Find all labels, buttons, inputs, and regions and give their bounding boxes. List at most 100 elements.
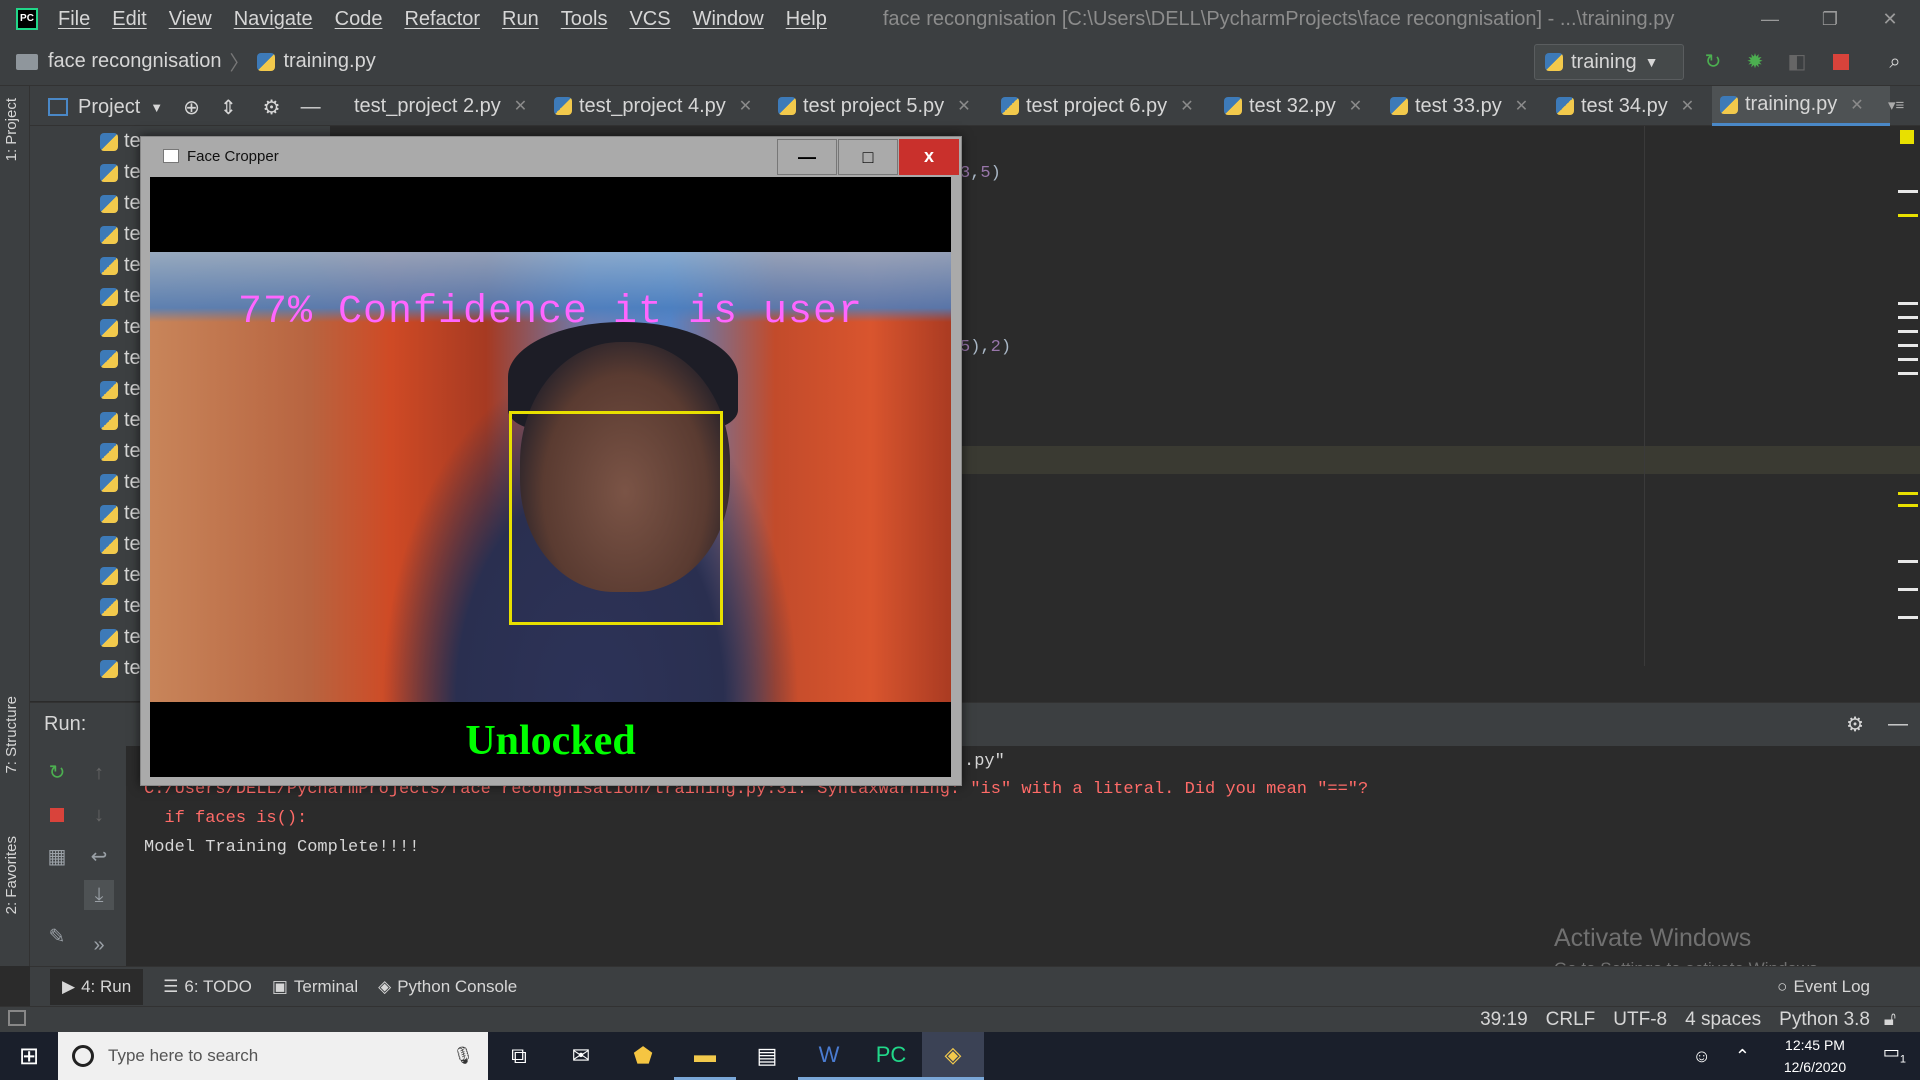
tree-item[interactable]: te [100,250,141,281]
tool-windows-toggle-icon[interactable] [8,1010,26,1026]
tab-todo[interactable]: ☰ 6: TODO [163,977,252,997]
tab-test-34[interactable]: test 34.py ✕ [1548,86,1694,126]
file-explorer-icon[interactable]: ▬ [674,1032,736,1080]
scroll-to-end-icon[interactable]: ⤓ [84,880,114,910]
word-icon[interactable]: W [798,1032,860,1080]
lock-icon[interactable]: 🔓︎ [1884,1009,1896,1031]
tree-item[interactable]: te [100,591,141,622]
restore-button[interactable]: ❐ [1800,0,1860,38]
tree-item[interactable]: te [100,219,141,250]
tree-item[interactable]: te [100,560,141,591]
scroll-marker[interactable] [1898,504,1918,507]
close-tab-icon[interactable]: ✕ [514,96,527,116]
taskbar-search-box[interactable]: Type here to search 🎙︎ [58,1032,488,1080]
menu-help[interactable]: Help [786,8,827,31]
scroll-marker[interactable] [1898,302,1918,305]
menu-run[interactable]: Run [502,8,539,31]
line-separator[interactable]: CRLF [1546,1009,1596,1031]
tab-event-log[interactable]: ○ Event Log [1777,977,1870,997]
breadcrumb-project[interactable]: face recongnisation [48,50,221,73]
tree-item[interactable]: te [100,157,141,188]
mail-icon[interactable]: ✉ [550,1032,612,1080]
remote-desktop-icon[interactable]: ▤ [736,1032,798,1080]
hide-panel-icon[interactable]: — [1888,713,1908,736]
menu-code[interactable]: Code [335,8,383,31]
tab-test-project-6[interactable]: test project 6.py ✕ [993,86,1194,126]
project-view-select[interactable]: Project [78,96,140,119]
down-arrow-icon[interactable]: ↓ [84,800,114,830]
tree-item[interactable]: te [100,374,141,405]
scroll-marker[interactable] [1898,358,1918,361]
menu-edit[interactable]: Edit [112,8,146,31]
tree-item[interactable]: te [100,529,141,560]
close-tab-icon[interactable]: ✕ [1681,96,1694,116]
run-configuration-select[interactable]: training ▼ [1534,44,1684,80]
locate-icon[interactable]: ⊕ [183,95,200,120]
tree-item[interactable]: te [100,467,141,498]
tab-terminal[interactable]: ▣ Terminal [272,977,358,997]
task-view-icon[interactable]: ⧉ [488,1032,550,1080]
scroll-marker[interactable] [1898,190,1918,193]
close-tab-icon[interactable]: ✕ [739,96,752,116]
tree-item[interactable]: te [100,281,141,312]
debug-icon[interactable]: ✹ [1742,49,1768,75]
restore-layout-icon[interactable]: ▦ [42,842,72,872]
code-editor[interactable]: 3,5) 5),2) [960,126,1920,701]
menu-tools[interactable]: Tools [561,8,608,31]
show-hidden-icons-icon[interactable]: ⌃ [1735,1046,1750,1067]
face-cropper-close-button[interactable]: x [899,139,959,175]
search-icon[interactable]: ⌕ [1882,49,1908,75]
gear-icon[interactable]: ⚙ [1846,712,1864,737]
taskbar-clock[interactable]: 12:45 PM 12/6/2020 [1770,1034,1860,1078]
inspection-status-icon[interactable] [1900,130,1914,144]
pycharm-icon[interactable]: PC [860,1032,922,1080]
tree-item[interactable]: te [100,653,141,684]
menu-vcs[interactable]: VCS [629,8,670,31]
scroll-marker[interactable] [1898,316,1918,319]
tab-test-32[interactable]: test 32.py ✕ [1216,86,1362,126]
tree-item[interactable]: te [100,343,141,374]
indent-setting[interactable]: 4 spaces [1685,1009,1761,1031]
up-arrow-icon[interactable]: ↑ [84,758,114,788]
close-tab-icon[interactable]: ✕ [1850,95,1863,115]
more-icon[interactable]: » [84,930,114,960]
microphone-icon[interactable]: 🎙︎ [452,1046,474,1066]
scroll-marker[interactable] [1898,330,1918,333]
menu-window[interactable]: Window [693,8,764,31]
close-tab-icon[interactable]: ✕ [1515,96,1528,116]
tab-run[interactable]: ▶ 4: Run [50,968,144,1005]
coverage-icon[interactable]: ◧ [1784,49,1810,75]
scroll-marker[interactable] [1898,344,1918,347]
soft-wrap-icon[interactable]: ↩ [84,842,114,872]
notification-center-icon[interactable]: ▭1 [1883,1042,1906,1066]
scroll-marker[interactable] [1898,372,1918,375]
tree-item[interactable]: te [100,622,141,653]
close-tab-icon[interactable]: ✕ [1349,96,1362,116]
tree-item[interactable]: te [100,405,141,436]
collapse-all-icon[interactable]: ⇕ [220,95,237,120]
menu-file[interactable]: File [58,8,90,31]
tab-test-project-5[interactable]: test project 5.py ✕ [770,86,971,126]
tabs-overflow-icon[interactable]: ▾≡ [1888,96,1904,114]
scroll-marker[interactable] [1898,560,1918,563]
tab-test-33[interactable]: test 33.py ✕ [1382,86,1528,126]
tab-training[interactable]: training.py ✕ [1712,86,1890,126]
file-encoding[interactable]: UTF-8 [1613,1009,1667,1031]
close-button[interactable]: ✕ [1860,0,1920,38]
face-cropper-maximize-button[interactable]: □ [838,139,898,175]
minimize-button[interactable]: — [1740,0,1800,38]
gear-icon[interactable]: ⚙ [263,95,281,120]
tree-item[interactable]: te [100,126,141,157]
tree-item[interactable]: te [100,436,141,467]
menu-navigate[interactable]: Navigate [234,8,313,31]
menu-view[interactable]: View [169,8,212,31]
chevron-down-icon[interactable]: ▼ [150,100,163,115]
caret-position[interactable]: 39:19 [1480,1009,1528,1031]
people-icon[interactable]: ☺ [1693,1046,1711,1067]
tab-python-console[interactable]: ◈ Python Console [378,977,517,997]
close-tab-icon[interactable]: ✕ [957,96,970,116]
python-interpreter[interactable]: Python 3.8 [1779,1009,1870,1031]
face-cropper-minimize-button[interactable]: — [777,139,837,175]
scroll-marker[interactable] [1898,588,1918,591]
favorites-tool-tab[interactable]: 2: Favorites [3,836,20,914]
